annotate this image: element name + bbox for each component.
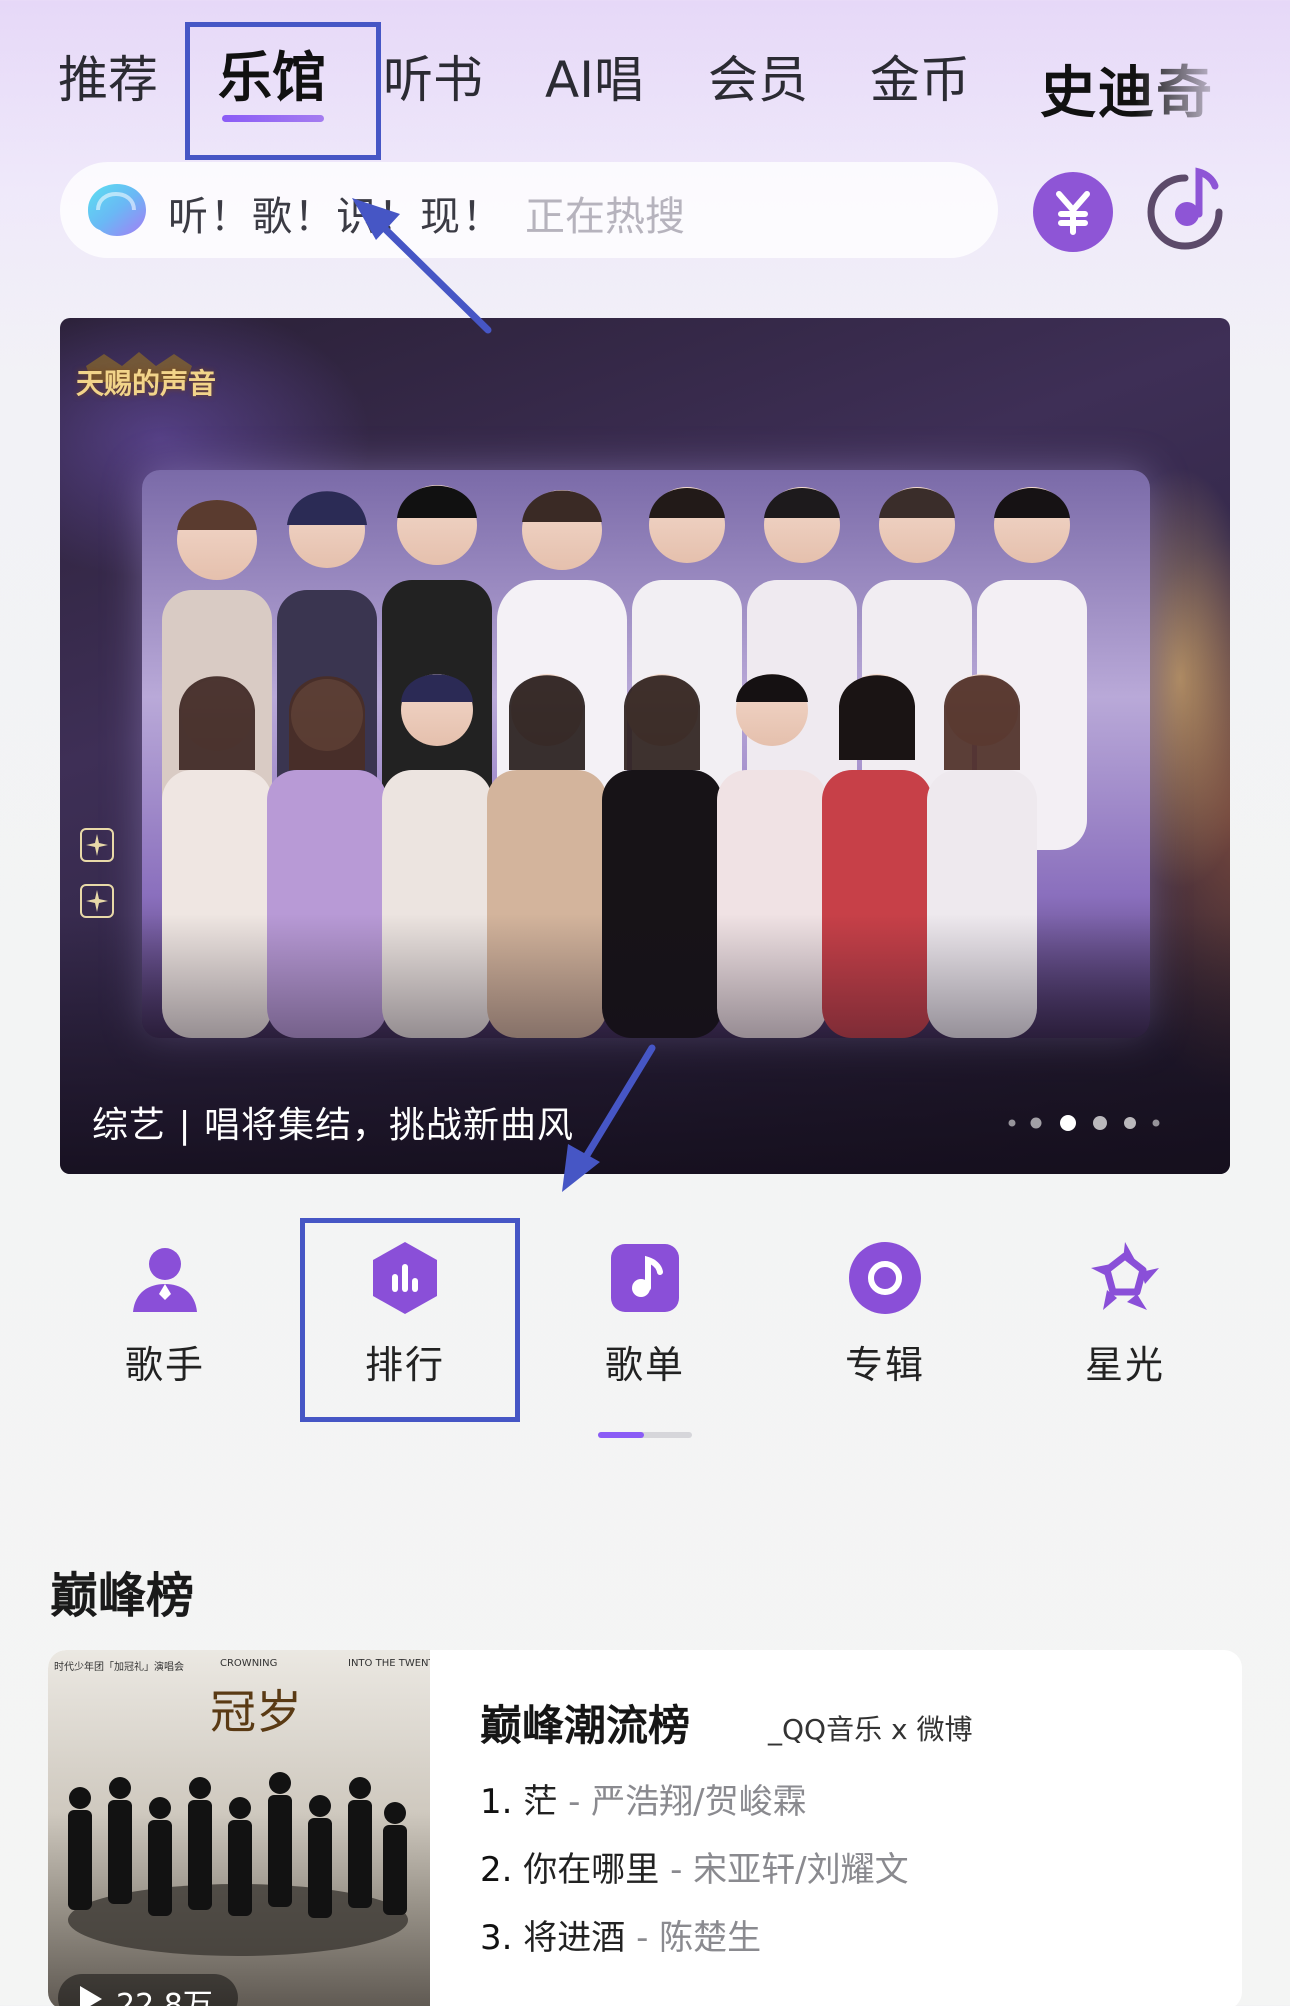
- starlight-icon: [1091, 1242, 1159, 1310]
- cover-group-illustration: [68, 1772, 408, 1956]
- search-bar[interactable]: 听！歌！识！现！ 正在热搜: [60, 162, 998, 258]
- chart-row[interactable]: 1. 茫 - 严浩翔/贺峻霖: [480, 1774, 807, 1823]
- play-icon: [80, 1986, 102, 2006]
- category-singer[interactable]: 歌手: [80, 1230, 250, 1410]
- chart-row[interactable]: 2. 你在哪里 - 宋亚轩/刘耀文: [480, 1842, 909, 1891]
- chart-card[interactable]: 时代少年团「加冠礼」演唱会 CROWNING INTO THE TWENTIES…: [48, 1650, 1242, 2006]
- search-prompt: 听！歌！识！现！: [168, 194, 504, 240]
- music-disc-icon: [1147, 167, 1223, 250]
- chart-row[interactable]: 3. 将进酒 - 陈楚生: [480, 1910, 761, 1959]
- tab-audiobooks[interactable]: 听书: [383, 50, 483, 110]
- category-album[interactable]: 专辑: [800, 1230, 970, 1410]
- playlist-icon: [611, 1244, 679, 1312]
- chart-name: 巅峰潮流榜: [480, 1701, 691, 1750]
- rank-number: 3.: [480, 1918, 513, 1958]
- play-count-badge[interactable]: 22.8万: [58, 1974, 238, 2006]
- annotation-highlight-tab: [185, 22, 381, 160]
- chart-subtitle: _QQ音乐 x 微博: [768, 1713, 973, 1746]
- category-page-indicator: [598, 1432, 692, 1438]
- show-logo-text: 天赐的声音: [76, 367, 217, 400]
- singer-icon: [133, 1248, 197, 1312]
- tab-stitch-promo[interactable]: 史迪奇: [1040, 48, 1214, 129]
- tab-recommend[interactable]: 推荐: [58, 50, 158, 110]
- section-title: 巅峰榜: [50, 1568, 195, 1624]
- song-artist: - 宋亚轩/刘耀文: [670, 1850, 909, 1890]
- chart-cover-image[interactable]: 时代少年团「加冠礼」演唱会 CROWNING INTO THE TWENTIES…: [48, 1650, 430, 2006]
- song-artist: - 陈楚生: [636, 1918, 762, 1958]
- category-playlist-label: 歌单: [604, 1343, 685, 1387]
- category-shortcuts: 歌手 排行 歌单 专辑 星光: [0, 1230, 1290, 1430]
- music-recognition-button[interactable]: [1145, 162, 1227, 252]
- category-singer-label: 歌手: [124, 1343, 205, 1387]
- category-playlist[interactable]: 歌单: [560, 1230, 730, 1410]
- sparkle-icon: [86, 834, 108, 856]
- listen-recognize-icon: [88, 184, 146, 236]
- rank-number: 1.: [480, 1782, 513, 1822]
- carousel-page-dots[interactable]: [1002, 1111, 1202, 1135]
- search-hint: 正在热搜: [525, 194, 685, 240]
- sparkle-icon: [86, 890, 108, 912]
- banner-carousel[interactable]: 天赐的声音 综艺 | 唱将集结，挑战新曲风: [60, 318, 1230, 1174]
- song-title: 你在哪里: [523, 1850, 660, 1890]
- rank-number: 2.: [480, 1850, 513, 1890]
- banner-side-button-1[interactable]: [80, 828, 114, 862]
- play-count: 22.8万: [116, 1988, 213, 2006]
- song-artist: - 严浩翔/贺峻霖: [568, 1782, 807, 1822]
- banner-side-button-2[interactable]: [80, 884, 114, 918]
- album-icon: [849, 1242, 921, 1314]
- category-starlight-label: 星光: [1084, 1343, 1165, 1387]
- song-title: 茫: [523, 1782, 558, 1822]
- tab-ai-sing[interactable]: AI唱: [545, 50, 644, 110]
- song-title: 将进酒: [523, 1918, 626, 1958]
- category-starlight[interactable]: 星光: [1040, 1230, 1210, 1410]
- vip-coin-button[interactable]: [1033, 172, 1113, 252]
- banner-caption: 综艺 | 唱将集结，挑战新曲风: [92, 1105, 575, 1146]
- yen-icon: [1056, 191, 1090, 235]
- tab-coins[interactable]: 金币: [870, 50, 970, 110]
- annotation-highlight-ranking: [300, 1218, 520, 1422]
- tab-vip[interactable]: 会员: [708, 50, 808, 110]
- category-album-label: 专辑: [844, 1343, 925, 1387]
